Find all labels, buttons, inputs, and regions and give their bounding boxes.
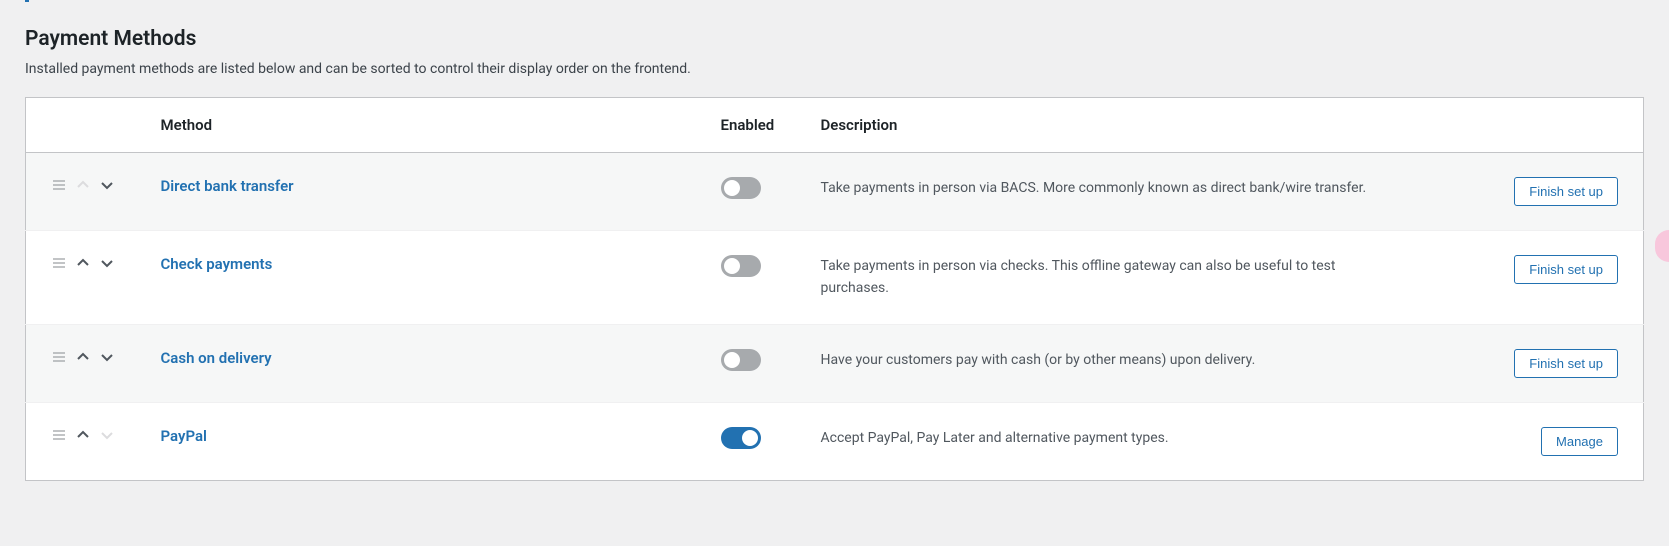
toggle-knob [742,430,758,446]
move-down-icon[interactable] [99,177,115,193]
action-cell: Manage [1484,402,1644,480]
move-up-icon[interactable] [75,349,91,365]
payment-methods-panel: Payment Methods Installed payment method… [0,27,1669,506]
sort-controls [51,427,115,443]
method-link[interactable]: Check payments [161,255,273,273]
manage-button[interactable]: Manage [1541,427,1618,456]
action-cell: Finish set up [1484,231,1644,325]
enabled-toggle[interactable] [721,177,761,199]
move-up-icon[interactable] [75,427,91,443]
enabled-cell [701,402,801,480]
drag-handle-icon[interactable] [51,177,67,193]
section-description: Installed payment methods are listed bel… [25,61,1644,77]
header-action [1484,98,1644,153]
drag-handle-icon[interactable] [51,349,67,365]
drag-handle-icon[interactable] [51,255,67,271]
method-cell: Check payments [141,231,701,325]
finish-setup-button[interactable]: Finish set up [1514,349,1618,378]
action-cell: Finish set up [1484,324,1644,402]
description-cell: Take payments in person via checks. This… [801,231,1484,325]
enabled-toggle[interactable] [721,255,761,277]
toggle-knob [724,352,740,368]
move-down-icon[interactable] [99,255,115,271]
method-link[interactable]: Cash on delivery [161,349,272,367]
sort-controls [51,177,115,193]
move-down-icon[interactable] [99,349,115,365]
description-cell: Accept PayPal, Pay Later and alternative… [801,402,1484,480]
payment-methods-table: Method Enabled Description Direct bank t… [25,97,1644,481]
sort-cell [26,231,141,325]
table-row: PayPal Accept PayPal, Pay Later and alter… [26,402,1644,480]
description-text: Take payments in person via checks. This… [821,255,1401,300]
enabled-toggle[interactable] [721,427,761,449]
enabled-cell [701,153,801,231]
enabled-cell [701,324,801,402]
table-row: Cash on delivery Have your customers pay … [26,324,1644,402]
move-down-icon [99,427,115,443]
tab-indicator [25,0,29,2]
table-row: Direct bank transfer Take payments in per… [26,153,1644,231]
sort-cell [26,153,141,231]
drag-handle-icon[interactable] [51,427,67,443]
finish-setup-button[interactable]: Finish set up [1514,177,1618,206]
header-sort [26,98,141,153]
method-link[interactable]: Direct bank transfer [161,177,294,195]
description-cell: Have your customers pay with cash (or by… [801,324,1484,402]
method-cell: Direct bank transfer [141,153,701,231]
sort-controls [51,255,115,271]
header-enabled: Enabled [701,98,801,153]
method-cell: Cash on delivery [141,324,701,402]
sort-cell [26,324,141,402]
finish-setup-button[interactable]: Finish set up [1514,255,1618,284]
sort-cell [26,402,141,480]
table-row: Check payments Take payments in person vi… [26,231,1644,325]
action-cell: Finish set up [1484,153,1644,231]
section-title: Payment Methods [25,27,1644,51]
enabled-toggle[interactable] [721,349,761,371]
move-up-icon[interactable] [75,255,91,271]
sort-controls [51,349,115,365]
description-text: Accept PayPal, Pay Later and alternative… [821,427,1401,449]
toggle-knob [724,180,740,196]
description-text: Take payments in person via BACS. More c… [821,177,1401,199]
method-link[interactable]: PayPal [161,427,207,445]
move-up-icon [75,177,91,193]
header-method: Method [141,98,701,153]
toggle-knob [724,258,740,274]
header-description: Description [801,98,1484,153]
description-cell: Take payments in person via BACS. More c… [801,153,1484,231]
enabled-cell [701,231,801,325]
method-cell: PayPal [141,402,701,480]
description-text: Have your customers pay with cash (or by… [821,349,1401,371]
